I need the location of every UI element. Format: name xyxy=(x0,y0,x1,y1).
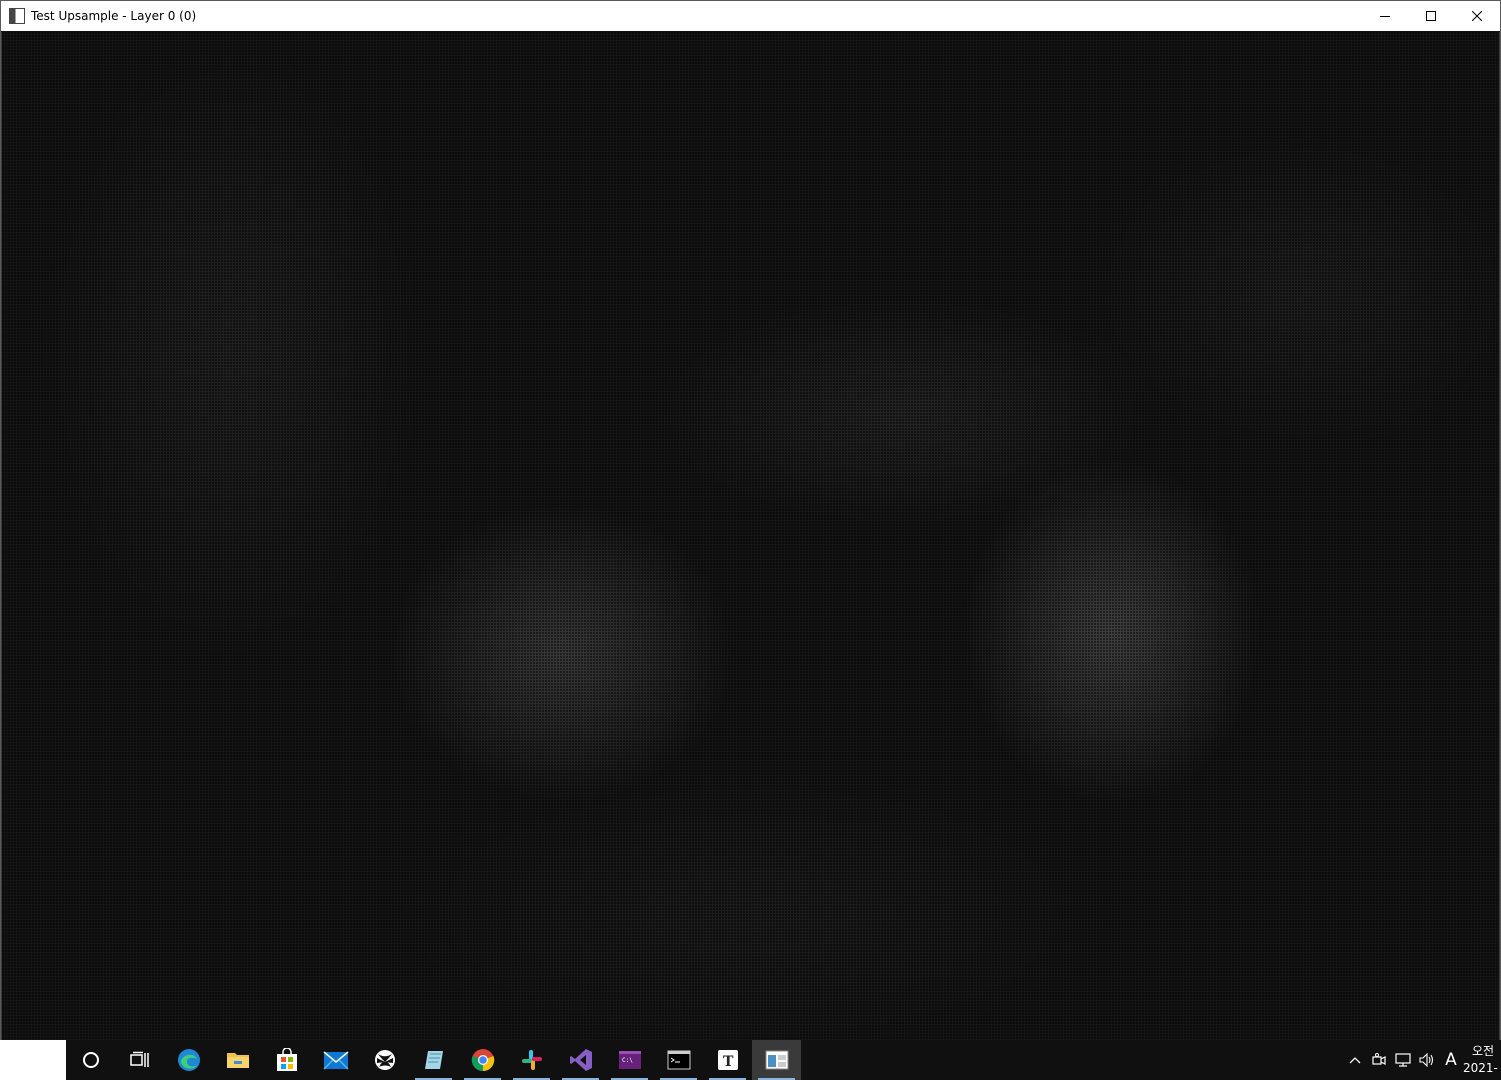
meet-now-button[interactable] xyxy=(1367,1040,1391,1080)
window-right-border xyxy=(1499,32,1500,1040)
window-title: Test Upsample - Layer 0 (0) xyxy=(31,9,197,23)
task-view-button[interactable] xyxy=(115,1040,164,1080)
app-window-icon[interactable] xyxy=(9,8,25,24)
notes-icon xyxy=(424,1051,443,1069)
slack-button[interactable] xyxy=(507,1040,556,1080)
svg-text:C:\: C:\ xyxy=(622,1057,633,1064)
chrome-icon xyxy=(471,1049,494,1072)
input-method-indicator[interactable]: A xyxy=(1439,1050,1463,1070)
typora-button[interactable]: T xyxy=(703,1040,752,1080)
camera-icon xyxy=(1372,1053,1386,1065)
visual-studio-icon xyxy=(569,1049,592,1071)
taskbar-clock[interactable]: 오전 2021- xyxy=(1463,1040,1501,1080)
minimize-icon xyxy=(1380,16,1390,17)
slack-icon xyxy=(521,1050,542,1070)
cortana-icon xyxy=(82,1052,99,1068)
test-upsample-button[interactable] xyxy=(752,1040,801,1080)
close-icon xyxy=(1472,11,1482,21)
visual-studio-button[interactable] xyxy=(556,1040,605,1080)
xbox-button[interactable] xyxy=(360,1040,409,1080)
edge-button[interactable] xyxy=(164,1040,213,1080)
close-button[interactable] xyxy=(1454,1,1500,31)
store-icon xyxy=(276,1048,297,1071)
clock-date: 2021- xyxy=(1463,1061,1498,1075)
taskbar: C:\ T A 오전 2021- xyxy=(0,1040,1501,1080)
minimize-button[interactable] xyxy=(1362,1,1408,31)
terminal-button[interactable] xyxy=(654,1040,703,1080)
window-controls xyxy=(1362,1,1500,31)
maximize-icon xyxy=(1426,11,1436,21)
mail-icon xyxy=(322,1051,349,1070)
test-upsample-icon xyxy=(765,1050,788,1070)
show-hidden-icons-button[interactable] xyxy=(1343,1040,1367,1080)
edge-icon xyxy=(177,1049,200,1071)
maximize-button[interactable] xyxy=(1408,1,1454,31)
cortana-button[interactable] xyxy=(66,1040,115,1080)
vs-console-button[interactable]: C:\ xyxy=(605,1040,654,1080)
svg-text:T: T xyxy=(723,1054,734,1070)
notes-button[interactable] xyxy=(409,1040,458,1080)
mail-button[interactable] xyxy=(311,1040,360,1080)
task-view-icon xyxy=(129,1051,149,1067)
title-bar[interactable]: Test Upsample - Layer 0 (0) xyxy=(1,1,1500,31)
chevron-up-icon xyxy=(1349,1057,1361,1064)
xbox-icon xyxy=(374,1050,395,1070)
network-icon xyxy=(1395,1053,1411,1067)
upsampled-image-canvas[interactable] xyxy=(2,32,1499,1040)
taskbar-search-area[interactable] xyxy=(0,1040,66,1080)
folder-icon xyxy=(226,1053,249,1068)
volume-icon xyxy=(1419,1053,1434,1067)
typora-icon: T xyxy=(717,1050,738,1070)
network-button[interactable] xyxy=(1391,1040,1415,1080)
store-button[interactable] xyxy=(262,1040,311,1080)
app-window: Test Upsample - Layer 0 (0) xyxy=(0,0,1501,1040)
chrome-button[interactable] xyxy=(458,1040,507,1080)
volume-button[interactable] xyxy=(1415,1040,1439,1080)
clock-time: 오전 xyxy=(1472,1044,1495,1058)
window-left-border xyxy=(1,32,2,1040)
vs-console-icon: C:\ xyxy=(618,1051,641,1069)
system-tray: A 오전 2021- xyxy=(1343,1040,1501,1080)
file-explorer-button[interactable] xyxy=(213,1040,262,1080)
terminal-icon xyxy=(667,1050,690,1070)
